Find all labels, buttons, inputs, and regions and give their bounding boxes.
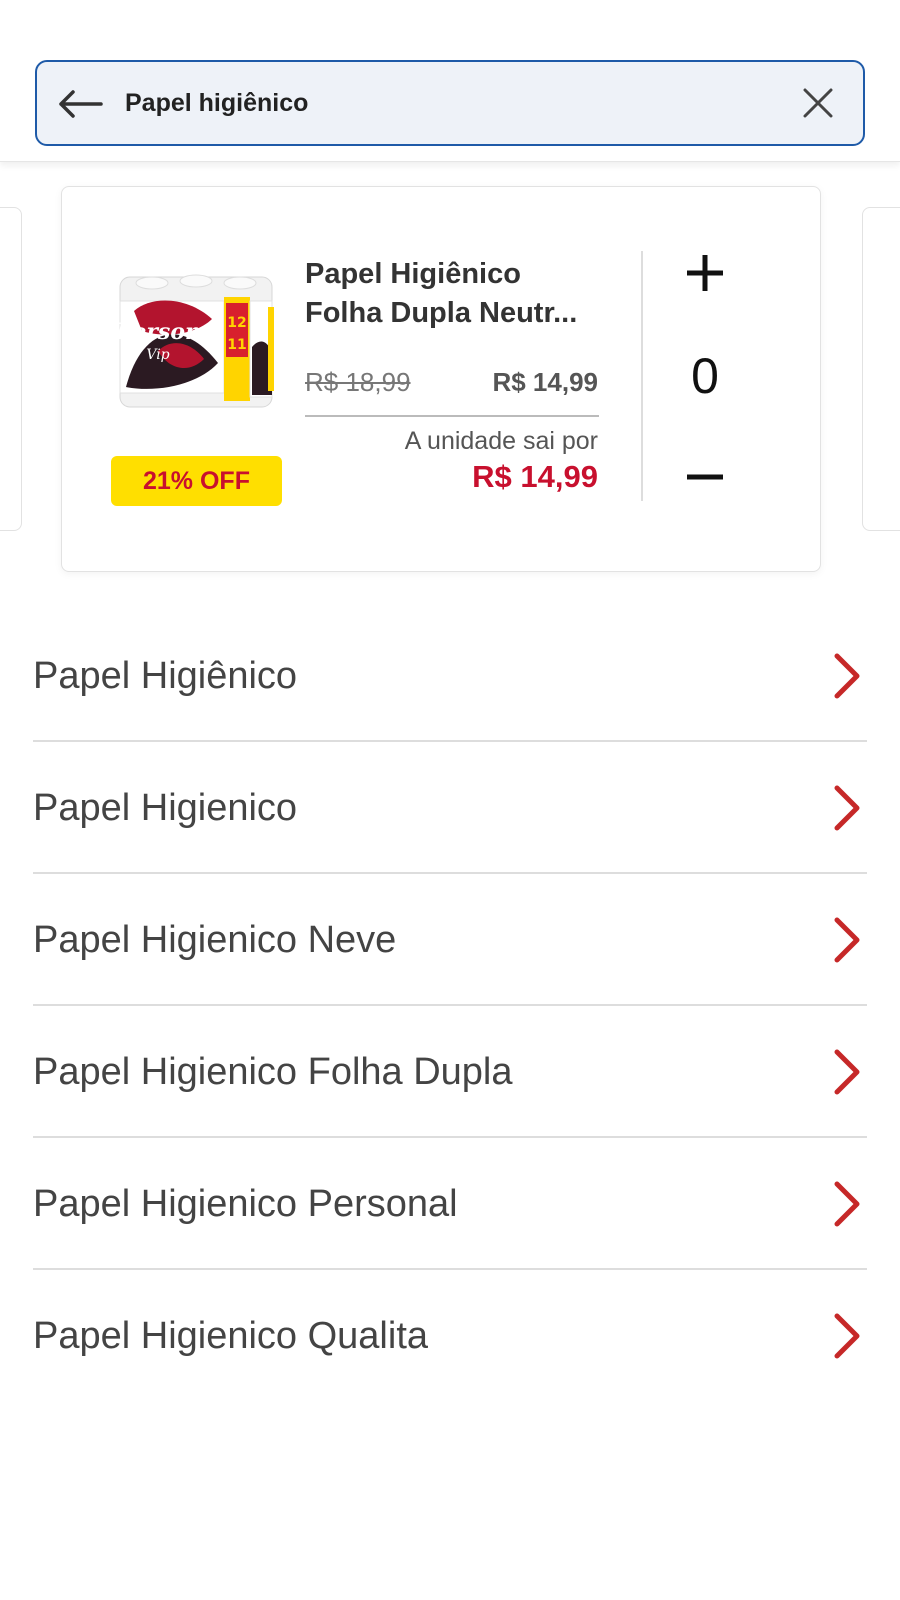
arrow-left-icon [59,90,103,118]
back-button[interactable] [55,82,105,126]
search-header: Papel higiênico [0,0,900,162]
suggestion-label: Papel Higienico Personal [33,1183,458,1225]
chevron-right-icon [834,653,860,699]
suggestion-label: Papel Higiênico [33,655,298,697]
quantity-value: 0 [691,348,719,404]
suggestion-item[interactable]: Papel Higienico Personal [33,1138,867,1270]
search-bar[interactable]: Papel higiênico [35,60,865,146]
old-price: R$ 18,99 [305,367,411,397]
decrease-quantity-button[interactable] [677,449,733,505]
suggestion-item[interactable]: Papel Higienico [33,742,867,874]
product-title[interactable]: Papel Higiênico Folha Dupla Neutr... [305,255,605,333]
suggestion-label: Papel Higienico Neve [33,919,397,961]
search-suggestions-list: Papel Higiênico Papel Higienico Papel Hi… [33,610,867,1402]
suggestion-label: Papel Higienico Folha Dupla [33,1051,513,1093]
suggestion-item[interactable]: Papel Higienico Neve [33,874,867,1006]
search-input[interactable]: Papel higiênico [125,62,308,144]
svg-text:Vip: Vip [146,347,169,363]
unit-price-label: A unidade sai por [404,427,598,455]
product-carousel[interactable]: Personal Vip 12 11 21% OFF Papel Higiêni… [0,162,900,602]
quantity-divider [641,251,643,501]
product-image[interactable]: Personal Vip 12 11 [112,267,280,415]
unit-price: R$ 14,99 [472,459,598,494]
suggestion-item[interactable]: Papel Higiênico [33,610,867,742]
close-icon [803,88,833,118]
chevron-right-icon [834,785,860,831]
suggestion-label: Papel Higienico Qualita [33,1315,429,1357]
discount-badge: 21% OFF [111,456,282,506]
svg-text:11: 11 [227,337,246,353]
previous-product-card[interactable] [0,207,22,531]
increase-quantity-button[interactable] [677,245,733,301]
chevron-right-icon [834,917,860,963]
current-price: R$ 14,99 [492,367,598,397]
product-card[interactable]: Personal Vip 12 11 21% OFF Papel Higiêni… [61,186,821,572]
minus-icon [687,474,723,480]
price-divider [305,415,599,417]
plus-icon [687,255,723,291]
suggestion-item[interactable]: Papel Higienico Folha Dupla [33,1006,867,1138]
product-brand-text: Personal [115,319,223,345]
chevron-right-icon [834,1181,860,1227]
svg-text:12: 12 [227,315,246,331]
suggestion-label: Papel Higienico [33,787,298,829]
next-product-card[interactable] [862,207,900,531]
clear-search-button[interactable] [795,80,841,126]
suggestion-item[interactable]: Papel Higienico Qualita [33,1270,867,1402]
chevron-right-icon [834,1313,860,1359]
chevron-right-icon [834,1049,860,1095]
